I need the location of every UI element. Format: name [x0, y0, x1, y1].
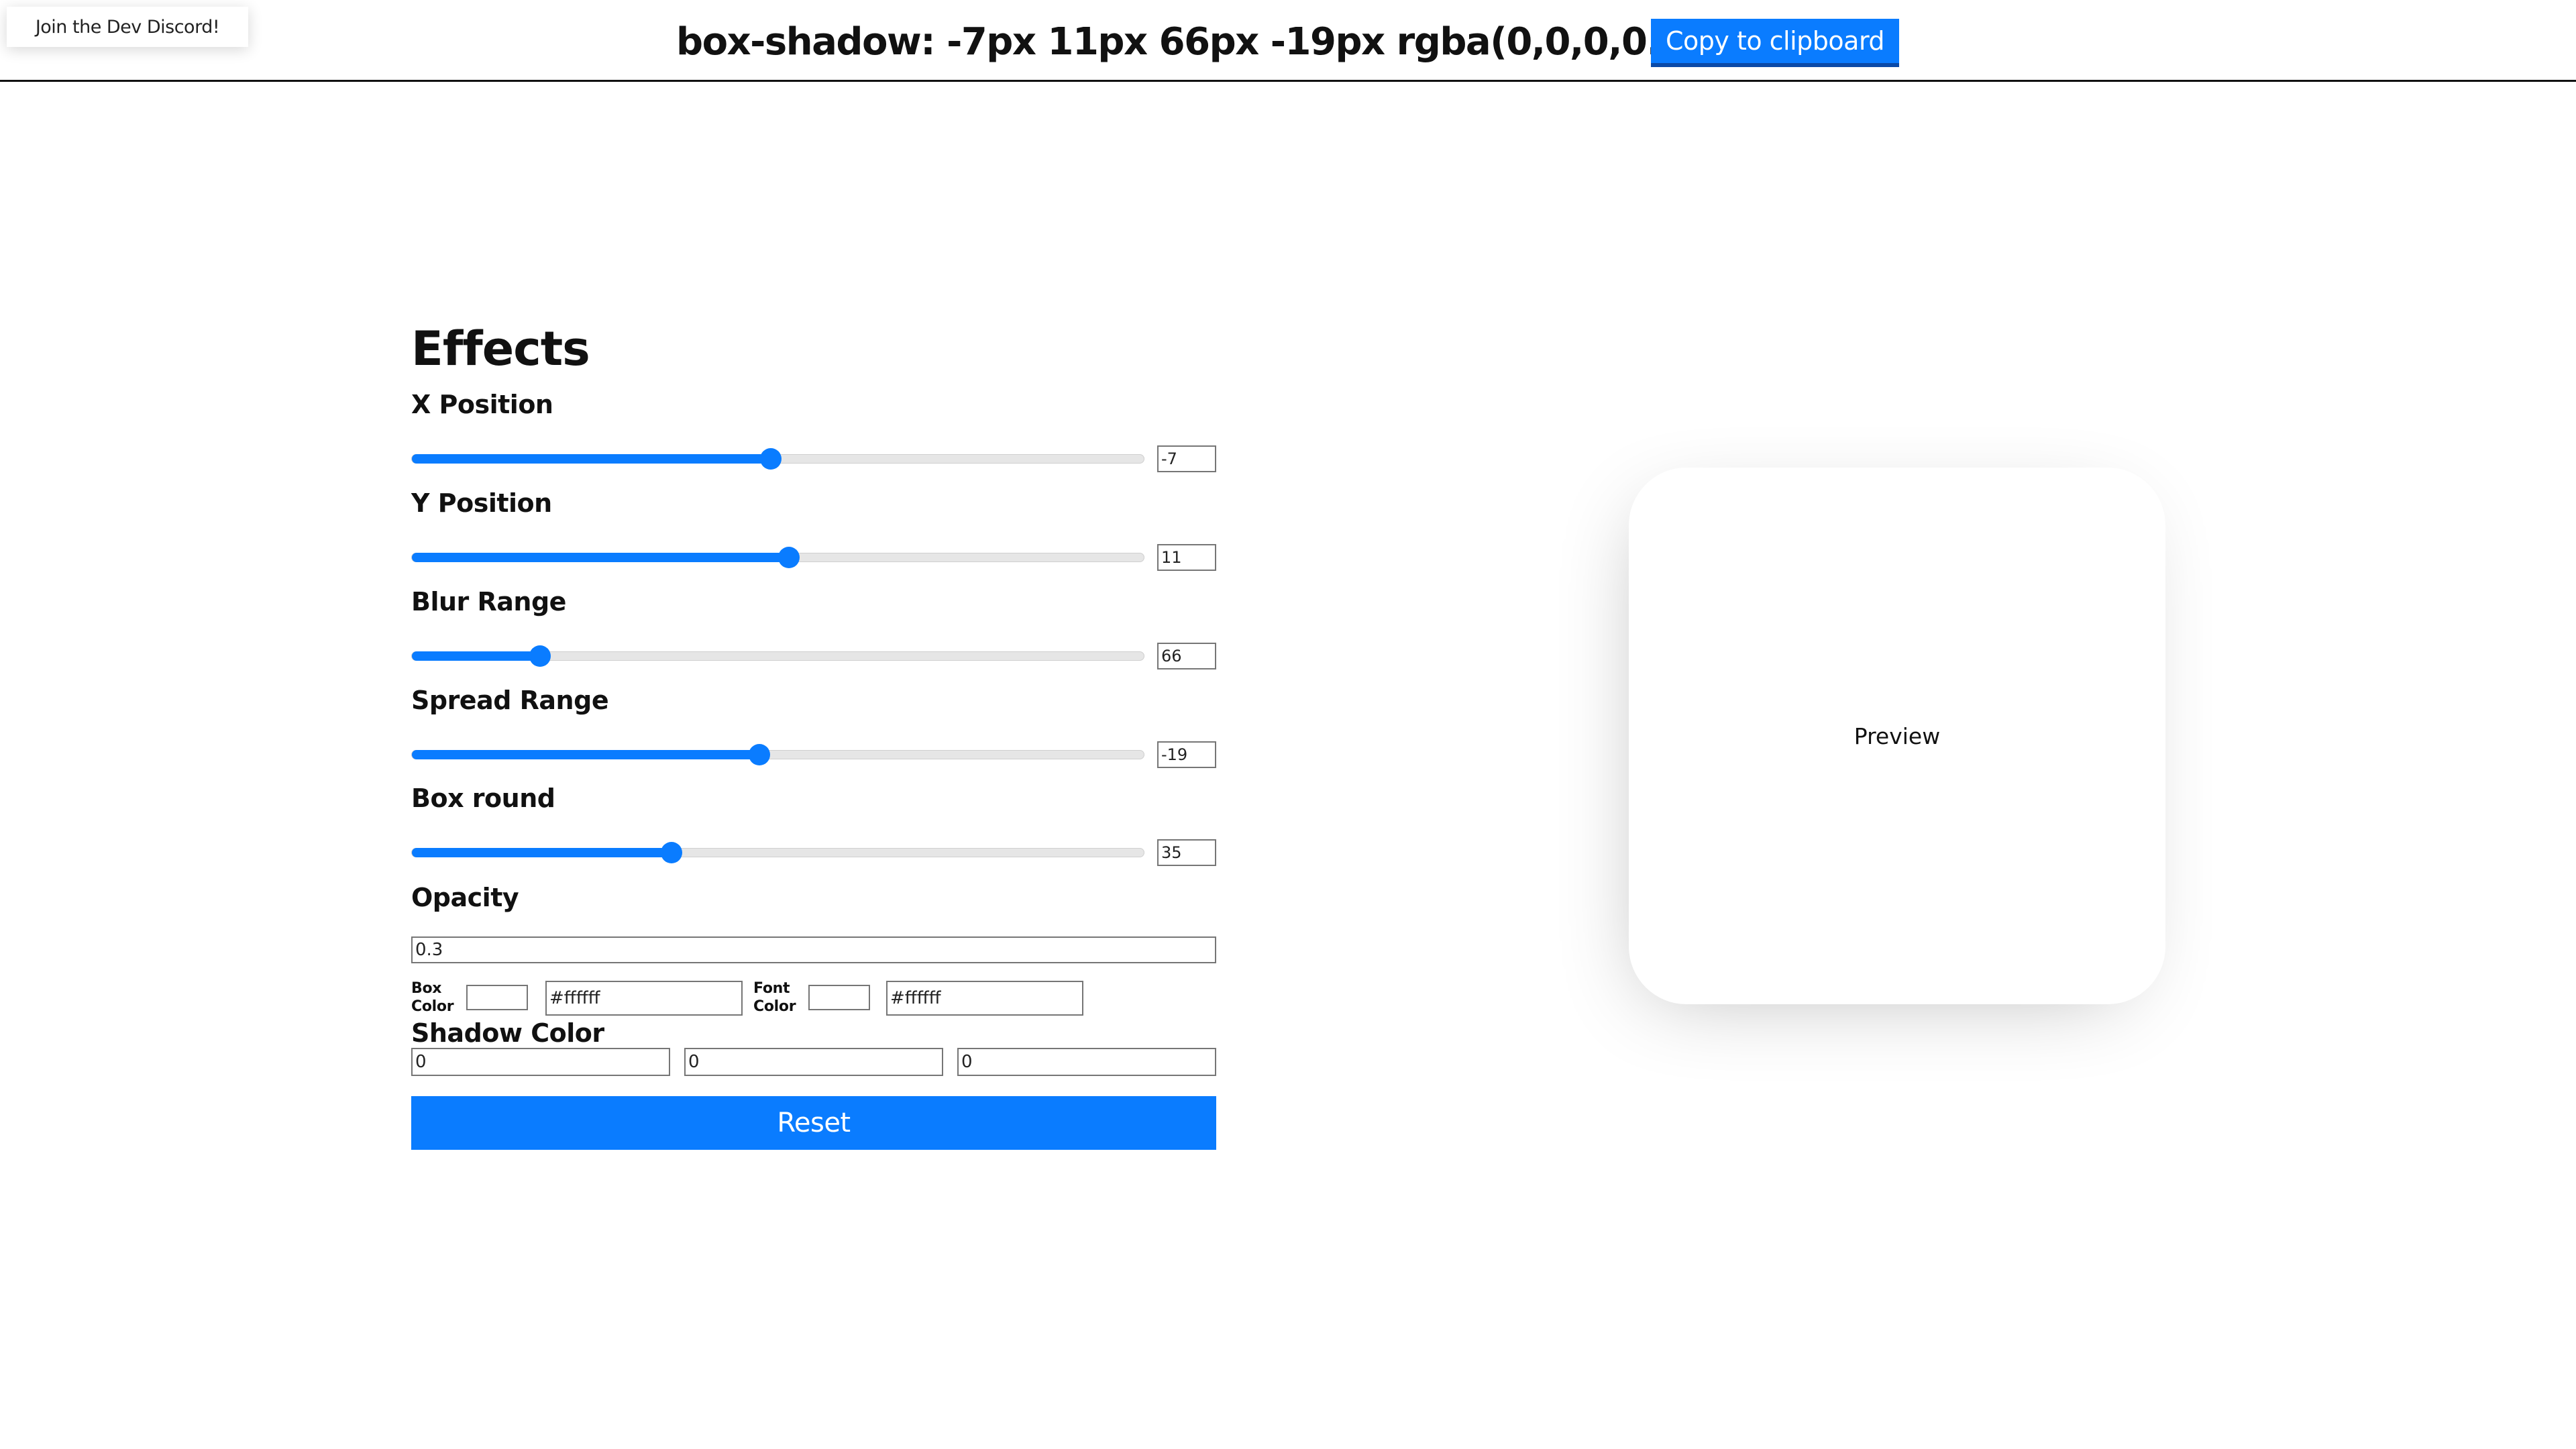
box-color-label-line2: Color — [411, 998, 454, 1015]
box-round-slider-thumb[interactable] — [661, 842, 683, 863]
join-discord-button[interactable]: Join the Dev Discord! — [7, 7, 248, 47]
effects-title: Effects — [411, 321, 590, 376]
top-bar: Join the Dev Discord! box-shadow: -7px 1… — [0, 0, 2576, 82]
opacity-input[interactable] — [411, 936, 1216, 963]
spread-range-slider[interactable] — [411, 744, 1144, 765]
box-color-label: Box Color — [411, 979, 454, 1016]
x-position-slider-fill — [412, 454, 771, 464]
spread-range-slider-thumb[interactable] — [749, 744, 771, 765]
font-color-label-line2: Color — [753, 998, 796, 1015]
box-round-slider[interactable] — [411, 842, 1144, 863]
x-position-slider[interactable] — [411, 448, 1144, 470]
y-position-slider[interactable] — [411, 547, 1144, 568]
box-round-input[interactable] — [1157, 839, 1216, 866]
x-position-input[interactable] — [1157, 445, 1216, 472]
css-output-text: box-shadow: -7px 11px 66px -19px rgba(0,… — [676, 20, 1716, 64]
box-color-label-line1: Box — [411, 980, 442, 997]
blur-range-slider[interactable] — [411, 645, 1144, 667]
blur-range-input[interactable] — [1157, 643, 1216, 669]
preview-label: Preview — [1854, 722, 1941, 749]
blur-range-slider-fill — [412, 651, 540, 661]
font-color-picker[interactable] — [808, 985, 870, 1010]
y-position-slider-fill — [412, 553, 789, 562]
font-color-label-line1: Font — [753, 980, 790, 997]
x-position-label: X Position — [411, 390, 553, 419]
shadow-color-green-input[interactable] — [684, 1048, 943, 1076]
spread-range-slider-fill — [412, 750, 760, 759]
box-color-picker[interactable] — [466, 985, 528, 1010]
shadow-color-label: Shadow Color — [411, 1018, 604, 1048]
copy-to-clipboard-button[interactable]: Copy to clipboard — [1651, 19, 1899, 67]
box-round-slider-fill — [412, 848, 672, 857]
font-color-hex-input[interactable] — [886, 981, 1083, 1016]
blur-range-slider-thumb[interactable] — [529, 645, 551, 667]
spread-range-input[interactable] — [1157, 741, 1216, 768]
box-color-hex-input[interactable] — [545, 981, 743, 1016]
reset-button[interactable]: Reset — [411, 1096, 1216, 1150]
font-color-label: Font Color — [753, 979, 796, 1016]
shadow-color-red-input[interactable] — [411, 1048, 670, 1076]
blur-range-label: Blur Range — [411, 587, 566, 616]
x-position-slider-thumb[interactable] — [759, 448, 782, 470]
opacity-label: Opacity — [411, 883, 519, 912]
preview-box: Preview — [1629, 468, 2165, 1004]
shadow-color-blue-input[interactable] — [957, 1048, 1216, 1076]
y-position-slider-thumb[interactable] — [777, 547, 800, 568]
y-position-label: Y Position — [411, 488, 552, 518]
spread-range-label: Spread Range — [411, 686, 609, 715]
y-position-input[interactable] — [1157, 544, 1216, 571]
box-round-label: Box round — [411, 784, 555, 813]
